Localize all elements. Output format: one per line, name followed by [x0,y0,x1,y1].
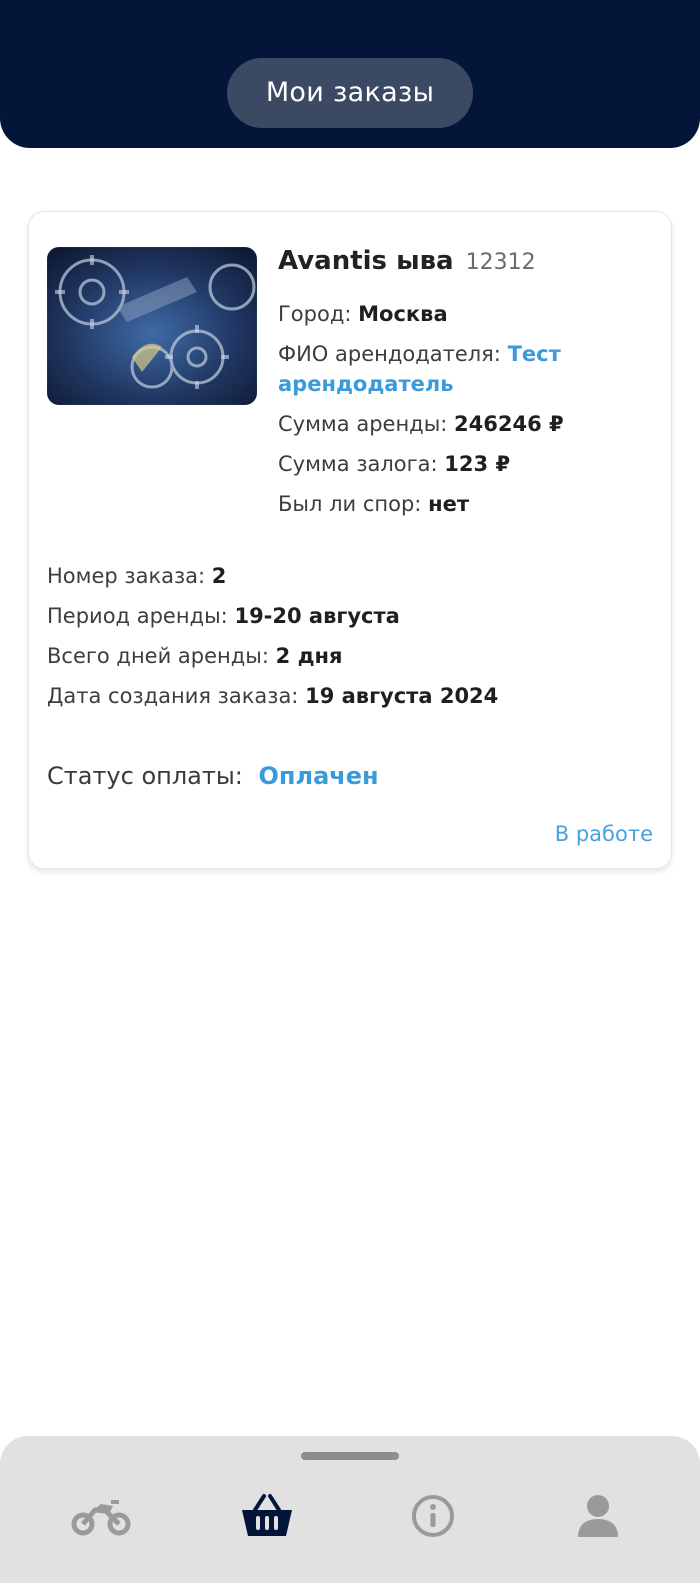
order-name: Avantis ыва [278,246,454,276]
days-label: Всего дней аренды: [47,644,269,668]
page-title: Мои заказы [227,58,473,128]
app-header: Мои заказы [0,0,700,148]
deposit-row: Сумма залога: 123 ₽ [278,452,510,476]
days-row: Всего дней аренды: 2 дня [47,644,343,668]
rent-sum-value: 246246 ₽ [454,412,564,436]
deposit-label: Сумма залога: [278,452,438,476]
drag-handle[interactable] [301,1452,399,1460]
created-row: Дата создания заказа: 19 августа 2024 [47,684,498,708]
gears-image [47,247,257,405]
landlord-link-cont[interactable]: арендодатель [278,372,454,396]
city-row: Город: Москва [278,302,448,326]
nav-motorcycle[interactable] [66,1486,136,1546]
landlord-link[interactable]: Тест [508,342,561,366]
nav-orders[interactable] [232,1486,302,1546]
order-thumbnail [47,247,257,405]
order-title-row: Avantis ыва 12312 [278,246,536,276]
order-number-tag: 12312 [465,250,536,275]
dispute-value: нет [428,492,469,516]
rent-sum-row: Сумма аренды: 246246 ₽ [278,412,564,436]
basket-icon [242,1494,292,1536]
city-value: Москва [358,302,448,326]
nav-profile[interactable] [563,1486,633,1546]
user-icon [578,1495,618,1537]
payment-status: Оплачен [258,762,379,790]
landlord-row-cont: арендодатель [278,372,454,396]
order-no-value: 2 [211,564,227,588]
period-row: Период аренды: 19-20 августа [47,604,400,628]
period-label: Период аренды: [47,604,228,628]
landlord-row: ФИО арендодателя: Тест [278,342,561,366]
order-card[interactable]: Avantis ыва 12312 Город: Москва ФИО аренд… [28,211,672,869]
nav-info[interactable] [398,1486,468,1546]
bottom-nav [0,1436,700,1583]
motorcycle-icon [71,1500,131,1536]
days-value: 2 дня [275,644,343,668]
work-status[interactable]: В работе [555,822,653,846]
created-label: Дата создания заказа: [47,684,299,708]
rent-sum-label: Сумма аренды: [278,412,448,436]
order-no-row: Номер заказа: 2 [47,564,226,588]
dispute-label: Был ли спор: [278,492,422,516]
info-icon [412,1495,454,1537]
order-no-label: Номер заказа: [47,564,206,588]
period-value: 19-20 августа [234,604,400,628]
payment-row: Статус оплаты: Оплачен [47,762,379,790]
dispute-row: Был ли спор: нет [278,492,469,516]
deposit-value: 123 ₽ [444,452,511,476]
created-value: 19 августа 2024 [305,684,499,708]
landlord-label: ФИО арендодателя: [278,342,501,366]
city-label: Город: [278,302,352,326]
payment-label: Статус оплаты: [47,762,243,790]
